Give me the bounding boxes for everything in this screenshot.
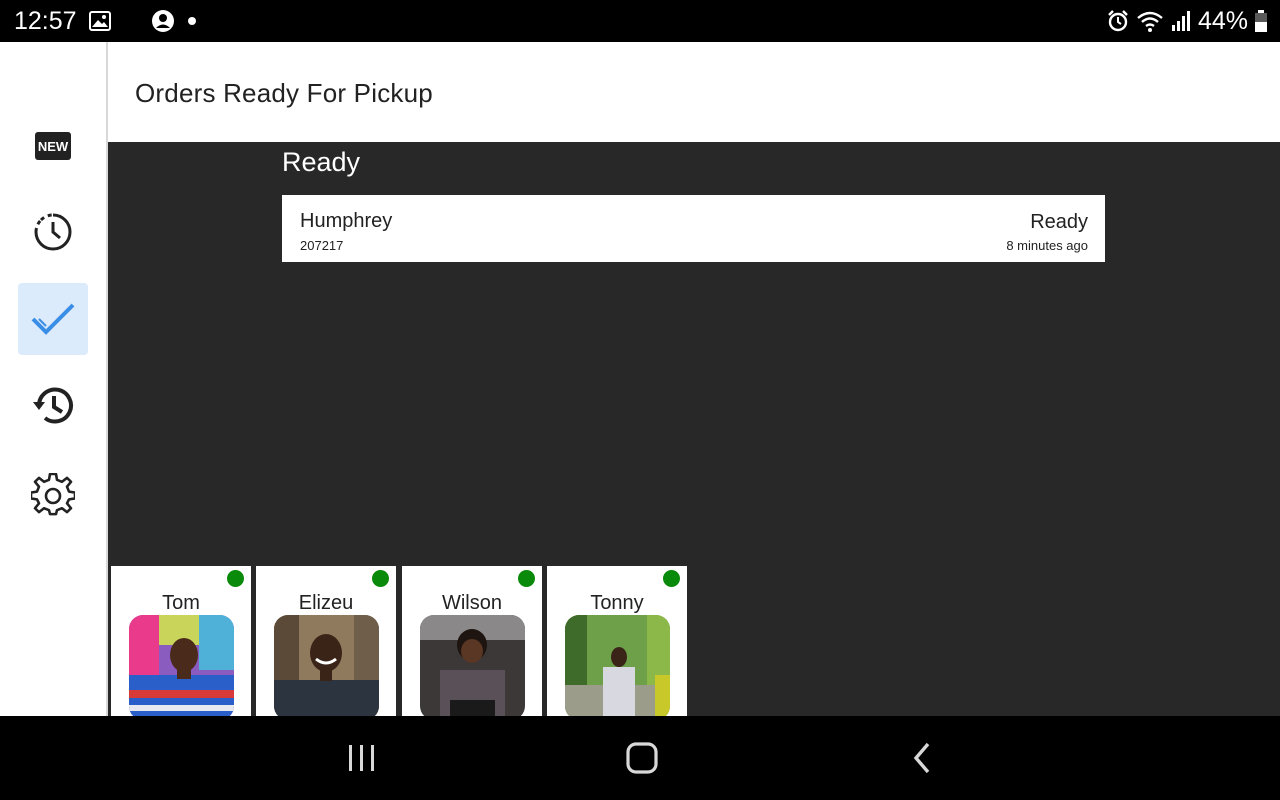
staff-name: Wilson bbox=[441, 592, 502, 614]
avatar-photo bbox=[274, 615, 379, 716]
staff-card[interactable]: Elizeu bbox=[256, 566, 396, 716]
sidebar-item-history[interactable] bbox=[18, 370, 88, 442]
sidebar-item-new[interactable]: NEW bbox=[18, 110, 88, 182]
history-icon bbox=[33, 387, 73, 424]
page-header: Orders Ready For Pickup bbox=[108, 42, 1280, 142]
recent-apps-icon[interactable] bbox=[346, 738, 378, 778]
online-status-dot bbox=[372, 570, 389, 587]
status-bar: 12:57 44% bbox=[0, 0, 1280, 42]
avatar bbox=[129, 615, 234, 716]
order-time: 8 minutes ago bbox=[1006, 238, 1088, 253]
dot-icon bbox=[188, 17, 196, 25]
staff-card[interactable]: Tonny bbox=[547, 566, 687, 716]
avatar bbox=[565, 615, 670, 716]
avatar bbox=[420, 615, 525, 716]
sidebar-item-settings[interactable] bbox=[18, 459, 88, 531]
moon-icon bbox=[126, 13, 134, 29]
sidebar: NEW bbox=[0, 42, 108, 716]
avatar-photo bbox=[565, 615, 670, 716]
staff-name: Elizeu bbox=[298, 592, 354, 614]
order-status: Ready bbox=[1030, 211, 1088, 233]
back-icon[interactable] bbox=[906, 738, 938, 778]
clock-dashed-icon bbox=[34, 213, 72, 251]
wifi-icon bbox=[1137, 11, 1163, 32]
status-time: 12:57 bbox=[14, 7, 77, 35]
order-card[interactable]: Humphrey 207217 Ready 8 minutes ago bbox=[282, 195, 1105, 262]
online-status-dot bbox=[227, 570, 244, 587]
staff-card[interactable]: Wilson bbox=[402, 566, 542, 716]
section-heading: Ready bbox=[282, 147, 361, 177]
staff-name: Tom bbox=[162, 592, 200, 614]
check-icon bbox=[31, 303, 75, 335]
image-icon bbox=[89, 11, 111, 31]
order-id: 207217 bbox=[300, 238, 344, 253]
alarm-icon bbox=[1108, 10, 1128, 32]
staff-name: Tonny bbox=[590, 592, 644, 614]
home-icon[interactable] bbox=[624, 738, 660, 778]
avatar bbox=[274, 615, 379, 716]
avatar-photo bbox=[420, 615, 525, 716]
system-nav-bar bbox=[0, 716, 1280, 800]
status-right: 44% bbox=[1106, 6, 1268, 36]
order-customer-name: Humphrey bbox=[300, 210, 393, 232]
sidebar-item-ready[interactable] bbox=[18, 283, 88, 355]
online-status-dot bbox=[663, 570, 680, 587]
online-status-dot bbox=[518, 570, 535, 587]
account-circle-icon bbox=[152, 10, 174, 32]
battery-percent: 44% bbox=[1197, 7, 1248, 35]
new-badge-icon: NEW bbox=[35, 132, 71, 160]
staff-card[interactable]: Tom bbox=[111, 566, 251, 716]
status-left-icons bbox=[89, 9, 197, 33]
avatar-photo bbox=[129, 615, 234, 716]
signal-icon bbox=[1171, 11, 1190, 31]
page-title: Orders Ready For Pickup bbox=[135, 78, 433, 108]
gear-icon bbox=[31, 473, 75, 516]
sidebar-item-pending[interactable] bbox=[18, 196, 88, 268]
battery-icon bbox=[1255, 10, 1267, 32]
main-content: Ready Humphrey 207217 Ready 8 minutes ag… bbox=[108, 142, 1280, 716]
svg-text:NEW: NEW bbox=[38, 139, 69, 154]
